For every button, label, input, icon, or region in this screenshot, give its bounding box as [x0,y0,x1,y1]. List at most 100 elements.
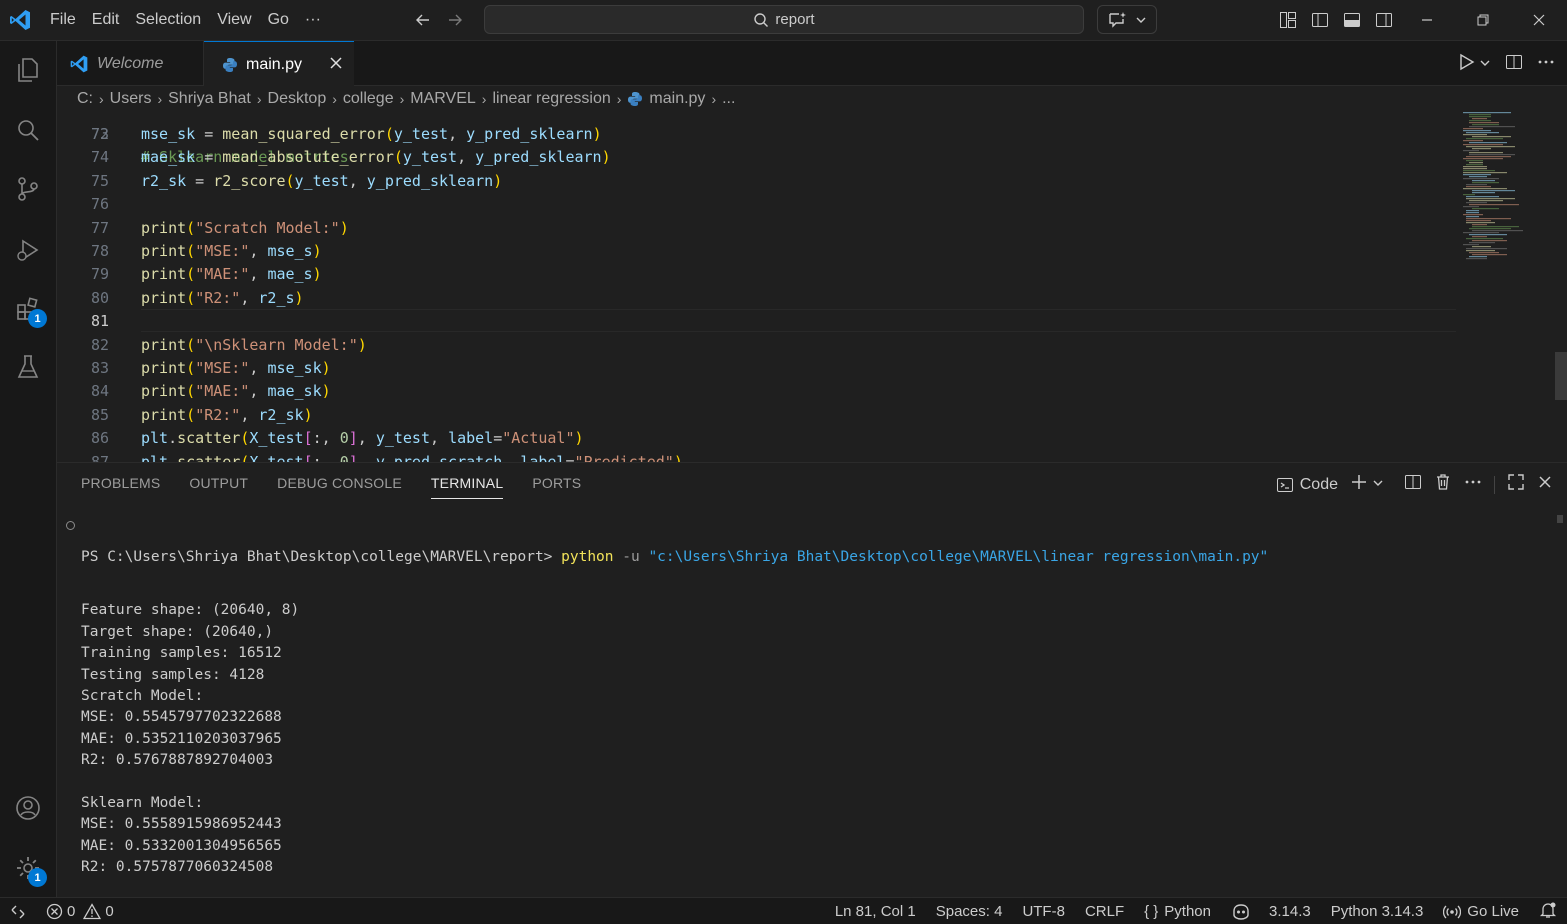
run-dropdown-chevron-icon[interactable] [1479,56,1491,73]
close-tab-icon[interactable] [328,55,344,71]
code-token: ) [673,452,683,462]
code-token: r2_sk [258,405,304,424]
menu-selection[interactable]: Selection [127,0,209,40]
code-token: mse_sk [267,359,322,377]
cursor-position[interactable]: Ln 81, Col 1 [835,903,916,920]
minimap[interactable] [1455,112,1555,462]
tab-output[interactable]: OUTPUT [189,475,248,499]
back-arrow-icon[interactable] [412,9,434,31]
close-panel-icon[interactable] [1537,474,1553,495]
tab-debug-console[interactable]: DEBUG CONSOLE [277,475,402,499]
terminal-dropdown-chevron-icon[interactable] [1372,476,1384,494]
indentation[interactable]: Spaces: 4 [936,903,1003,920]
terminal-profile-button[interactable]: Code [1276,476,1338,494]
terminal-output-line: Sklearn Model: [81,794,204,811]
account-icon[interactable] [9,789,47,827]
breadcrumb-item[interactable]: MARVEL [410,90,476,108]
settings-gear-icon[interactable]: 1 [9,849,47,887]
code-token: plt [141,429,169,448]
tab-terminal[interactable]: TERMINAL [430,475,504,499]
terminal-scrollbar-thumb[interactable] [1557,515,1563,523]
file-encoding[interactable]: UTF-8 [1022,903,1065,920]
forward-arrow-icon[interactable] [444,9,466,31]
line-number: 79 [90,265,109,284]
code-token: ) [339,218,349,237]
code-token: ( [186,359,196,377]
new-terminal-plus-icon[interactable] [1350,473,1368,496]
tab-main-py[interactable]: main.py [204,41,354,87]
command-decoration-icon[interactable] [66,521,75,530]
split-terminal-icon[interactable] [1404,473,1422,496]
code-line: 75 r2_sk = r2_score(y_test, y_pred_sklear… [57,170,1457,193]
menu-edit[interactable]: Edit [84,0,128,40]
breadcrumb-item[interactable]: linear regression [492,90,610,108]
extensions-icon[interactable]: 1 [9,290,47,328]
breadcrumb-item[interactable]: Users [110,90,152,108]
copilot-chat-button[interactable] [1097,5,1157,34]
breadcrumb-item[interactable]: main.py [649,90,705,108]
menu-view[interactable]: View [209,0,259,40]
code-token: ( [186,335,196,354]
code-editor[interactable]: 72 # Sklearn model metrics 73 mse_sk = me… [57,112,1567,462]
tab-problems[interactable]: PROBLEMS [81,475,160,499]
language-mode[interactable]: { } Python [1144,903,1211,920]
toggle-secondary-sidebar-icon[interactable] [1373,9,1395,31]
code-token: scatter [177,452,241,462]
terminal-output[interactable]: PS C:\Users\Shriya Bhat\Desktop\college\… [81,515,1268,910]
split-editor-icon[interactable] [1505,53,1523,75]
menu-more[interactable]: ··· [297,0,329,40]
go-live-button[interactable]: Go Live [1443,903,1519,920]
run-python-icon[interactable] [1457,53,1475,75]
toggle-panel-icon[interactable] [1341,9,1363,31]
line-number: 83 [90,359,109,377]
toggle-primary-sidebar-icon[interactable] [1309,9,1331,31]
notifications-bell-icon[interactable] [1539,901,1557,923]
tab-ports[interactable]: PORTS [532,475,581,499]
tab-welcome[interactable]: Welcome [57,41,204,86]
code-token: "Actual" [502,429,575,448]
source-control-icon[interactable] [9,170,47,208]
end-of-line[interactable]: CRLF [1085,903,1124,920]
code-token: = [186,171,214,190]
python-interpreter[interactable]: Python 3.14.3 [1331,903,1424,920]
breadcrumb-item[interactable]: Shriya Bhat [168,90,251,108]
testing-flask-icon[interactable] [9,348,47,386]
code-token: ) [321,382,331,401]
command-center-search[interactable]: report [484,5,1084,34]
breadcrumb-item[interactable]: C: [77,90,93,108]
remote-indicator-icon[interactable] [0,898,36,924]
breadcrumb-item[interactable]: ... [722,90,735,108]
code-token: , [249,242,268,260]
code-token: , [430,429,449,448]
restore-icon[interactable] [1455,0,1511,40]
editor-scrollbar-thumb[interactable] [1555,352,1567,400]
code-token: y_pred_sklearn [475,148,602,167]
code-token: ( [186,288,196,307]
bottom-panel: PROBLEMS OUTPUT DEBUG CONSOLE TERMINAL P… [57,462,1567,897]
menu-file[interactable]: File [42,0,84,40]
python-version[interactable]: 3.14.3 [1231,903,1311,921]
explorer-icon[interactable] [9,51,47,89]
kill-terminal-trash-icon[interactable] [1434,473,1452,496]
run-debug-icon[interactable] [9,231,47,269]
minimize-icon[interactable] [1399,0,1455,40]
code-token: [ [303,429,313,448]
breadcrumb-item[interactable]: Desktop [268,90,327,108]
close-window-icon[interactable] [1511,0,1567,40]
code-token: "R2:" [195,405,241,424]
problems-summary[interactable]: 0 0 [46,898,114,924]
search-view-icon[interactable] [9,111,47,149]
code-token: X_test [249,429,304,448]
code-token: ) [574,429,584,448]
editor-tab-bar: Welcome main.py [57,41,1567,87]
code-token: , [448,125,467,143]
panel-more-icon[interactable] [1464,473,1482,496]
customize-layout-icon[interactable] [1277,9,1299,31]
more-actions-icon[interactable] [1537,53,1555,75]
code-token: ) [601,148,611,167]
maximize-panel-icon[interactable] [1507,473,1525,496]
breadcrumb-item[interactable]: college [343,90,394,108]
code-token: y_test [294,171,349,190]
chevron-down-icon [1136,17,1146,23]
menu-go[interactable]: Go [260,0,297,40]
